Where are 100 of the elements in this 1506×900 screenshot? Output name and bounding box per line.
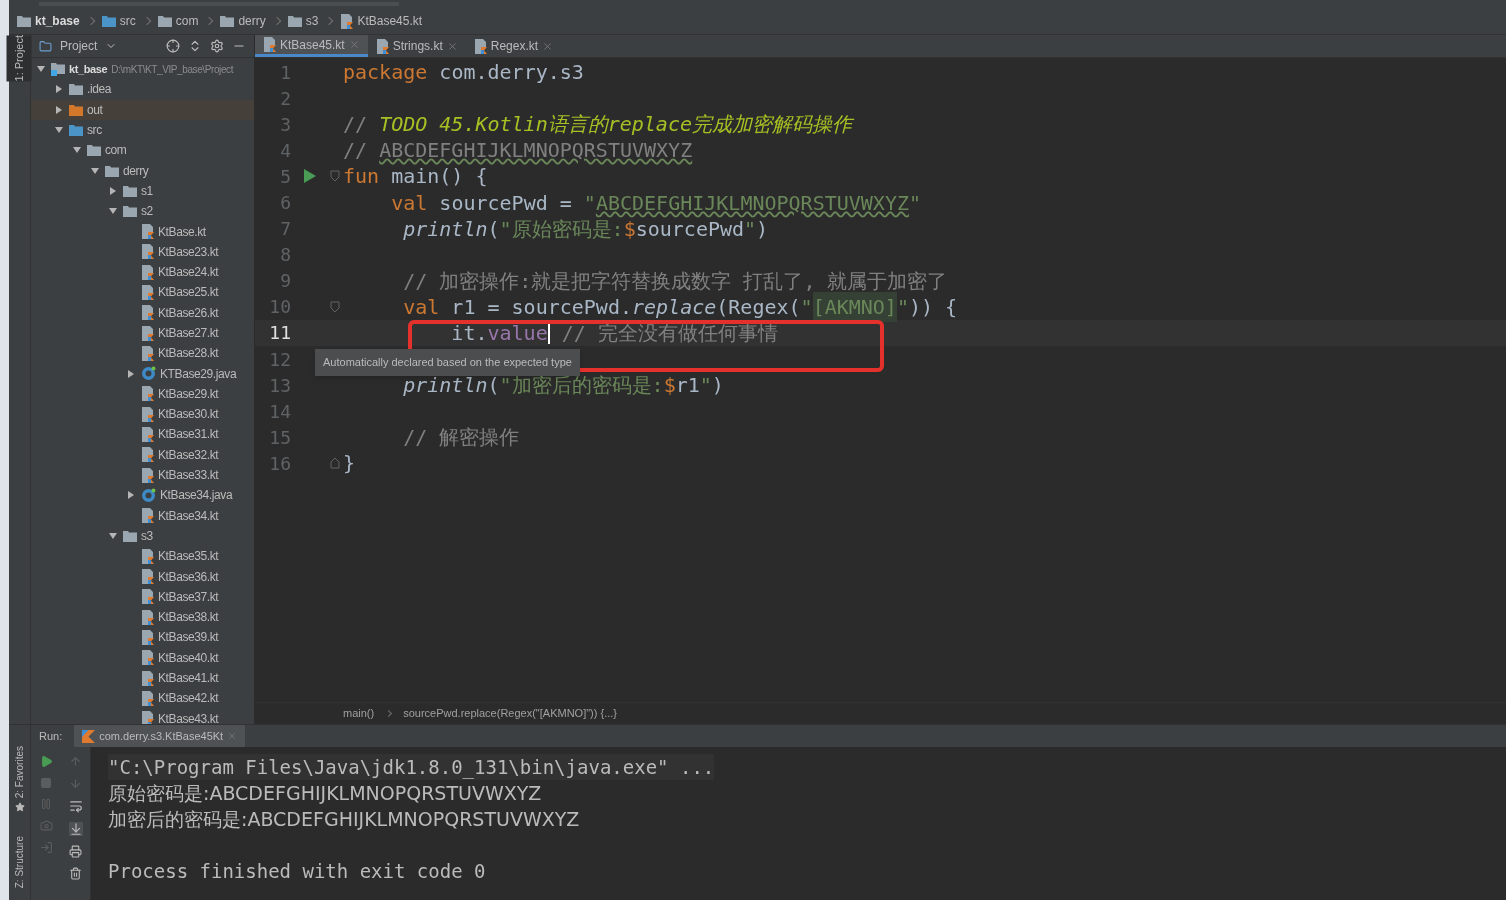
tree-item[interactable]: KtBase24.kt xyxy=(158,263,219,282)
tree-item[interactable]: src xyxy=(87,121,102,140)
panel-title[interactable]: Project xyxy=(60,37,98,55)
tool-window-tab[interactable]: 2: Favorites xyxy=(12,745,27,798)
tree-item[interactable]: KtBase23.kt xyxy=(158,242,219,261)
breadcrumb-item[interactable]: s3 xyxy=(305,12,319,30)
tree-item[interactable]: KtBase32.kt xyxy=(158,445,219,464)
expanded-arrow-icon[interactable] xyxy=(37,66,45,73)
tree-item[interactable]: KtBase30.kt xyxy=(158,405,219,424)
run-tab[interactable]: com.derry.s3.KtBase45Kt xyxy=(74,725,246,747)
kotlin-file-icon xyxy=(141,305,154,321)
kotlin-file-icon xyxy=(141,548,154,564)
collapsed-arrow-icon[interactable] xyxy=(128,369,134,378)
tree-item[interactable]: s1 xyxy=(141,181,153,200)
kotlin-file-icon xyxy=(375,38,389,54)
tree-item[interactable]: KtBase33.kt xyxy=(158,466,219,485)
tree-item[interactable]: KtBase41.kt xyxy=(158,669,219,688)
editor-tab[interactable]: Strings.kt xyxy=(367,35,466,57)
run-icon[interactable] xyxy=(39,755,53,768)
fold-icon[interactable] xyxy=(329,457,341,470)
tree-item[interactable]: KtBase35.kt xyxy=(158,547,219,566)
tree-item[interactable]: KtBase38.kt xyxy=(158,608,219,627)
kotlin-file-icon xyxy=(141,284,154,300)
editor-tab[interactable]: KtBase45.kt xyxy=(255,35,368,57)
tree-item[interactable]: KtBase29.kt xyxy=(158,384,219,403)
breadcrumb-item[interactable]: KtBase45.kt xyxy=(357,12,423,30)
collapsed-arrow-icon[interactable] xyxy=(56,105,62,114)
fold-icon[interactable] xyxy=(329,170,341,183)
expanded-arrow-icon[interactable] xyxy=(91,167,99,174)
breadcrumb-item[interactable]: main() xyxy=(343,705,375,722)
code-line: // 解密操作 xyxy=(402,424,520,452)
tree-item[interactable]: KtBase36.kt xyxy=(158,567,219,586)
tree-item[interactable]: KtBase42.kt xyxy=(158,689,219,708)
line-number: 10 xyxy=(268,295,291,320)
console-line: Process finished with exit code 0 xyxy=(108,859,486,884)
code-line: it.value // 完全没有做任何事情 xyxy=(450,320,778,347)
expanded-arrow-icon[interactable] xyxy=(73,147,81,154)
kotlin-file-icon xyxy=(141,569,154,585)
breadcrumb-item[interactable]: com xyxy=(175,12,199,30)
folder-icon xyxy=(69,83,83,96)
fold-icon[interactable] xyxy=(329,300,341,313)
expanded-arrow-icon[interactable] xyxy=(109,208,117,215)
tree-item[interactable]: KtBase31.kt xyxy=(158,425,219,444)
kotlin-file-icon xyxy=(473,38,487,54)
collapsed-arrow-icon[interactable] xyxy=(56,85,62,94)
tree-item[interactable]: .idea xyxy=(87,80,112,99)
tree-item[interactable]: KtBase28.kt xyxy=(158,344,219,363)
tree-item[interactable]: KtBase34.kt xyxy=(158,506,219,525)
kotlin-logo-icon xyxy=(82,729,96,743)
breadcrumb-item[interactable]: kt_base xyxy=(35,12,80,30)
tree-item[interactable]: KtBase37.kt xyxy=(158,587,219,606)
kotlin-file-icon xyxy=(141,508,154,524)
tree-item[interactable]: kt_base xyxy=(69,60,108,78)
breadcrumb-item[interactable]: src xyxy=(119,12,136,30)
folder-icon xyxy=(157,15,172,27)
scroll-end-icon[interactable] xyxy=(68,822,83,836)
editor-tab[interactable]: Regex.kt xyxy=(465,35,562,57)
tree-item[interactable]: KtBase.kt xyxy=(158,222,206,241)
line-number: 9 xyxy=(279,269,291,294)
code-line: // TODO 45.Kotlin语言的replace完成加密解码操作 xyxy=(343,111,852,139)
tree-item[interactable]: com xyxy=(105,141,127,160)
tree-item[interactable]: KtBase43.kt xyxy=(158,709,219,724)
folder-icon xyxy=(123,529,137,542)
line-number: 11 xyxy=(268,321,291,346)
run-icon[interactable] xyxy=(303,168,317,185)
kotlin-file-icon xyxy=(141,690,154,706)
wrap-icon[interactable] xyxy=(68,799,83,813)
tree-item[interactable]: KtBase39.kt xyxy=(158,628,219,647)
tooltip: Automatically declared based on the expected type xyxy=(315,349,580,376)
print-icon[interactable] xyxy=(69,845,82,858)
tree-item[interactable]: KtBase25.kt xyxy=(158,283,219,302)
tree-item[interactable]: out xyxy=(87,100,103,119)
tree-item[interactable]: s3 xyxy=(141,526,153,545)
settings-icon[interactable] xyxy=(210,39,224,53)
expanded-arrow-icon[interactable] xyxy=(55,127,63,134)
tool-window-tab[interactable]: 1: Project xyxy=(7,35,32,82)
project-icon xyxy=(39,39,52,53)
kotlin-file-icon xyxy=(141,670,154,686)
line-number: 3 xyxy=(279,112,291,137)
kotlin-file-icon xyxy=(263,37,276,52)
tree-item[interactable]: KtBase26.kt xyxy=(158,303,219,322)
trash-icon[interactable] xyxy=(69,867,82,880)
tree-item[interactable]: KtBase27.kt xyxy=(158,324,219,342)
locate-icon[interactable] xyxy=(166,39,180,53)
tree-item[interactable]: derry xyxy=(123,161,149,180)
tree-item[interactable]: KtBase40.kt xyxy=(158,648,219,667)
line-number: 7 xyxy=(279,217,291,242)
tree-item[interactable]: KtBase34.java xyxy=(160,486,233,505)
kotlin-file-icon xyxy=(141,345,154,361)
breadcrumb-item[interactable]: derry xyxy=(238,12,266,30)
collapsed-arrow-icon[interactable] xyxy=(128,491,134,500)
tool-window-tab[interactable]: Z: Structure xyxy=(12,835,27,888)
tree-item[interactable]: KTBase29.java xyxy=(160,364,237,383)
tree-item[interactable]: s2 xyxy=(141,202,153,221)
line-number: 12 xyxy=(268,347,291,372)
folder-icon xyxy=(17,15,31,27)
expanded-arrow-icon[interactable] xyxy=(109,532,117,539)
kotlin-file-icon xyxy=(340,13,354,29)
breadcrumb-item[interactable]: sourcePwd.replace(Regex("[AKMNO]")) {...} xyxy=(403,705,617,722)
collapsed-arrow-icon[interactable] xyxy=(110,186,116,195)
